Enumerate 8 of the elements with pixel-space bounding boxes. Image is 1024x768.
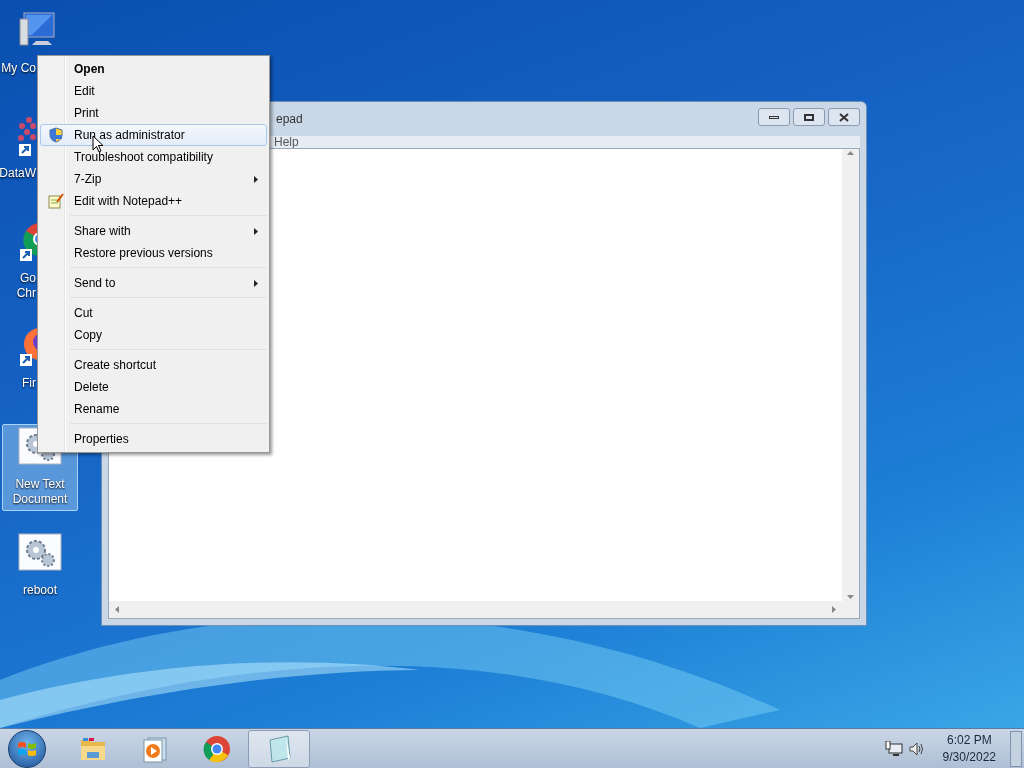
icon-label: DataW [0,166,36,181]
icon-label: New Text Document [12,477,68,507]
window-title: epad [276,111,303,128]
icon-label: Chr [16,286,36,301]
icon-label: Go [20,271,36,286]
icon-label: Fir [22,376,36,391]
icon-label: reboot [23,583,57,598]
icon-label: My Co [1,61,36,76]
